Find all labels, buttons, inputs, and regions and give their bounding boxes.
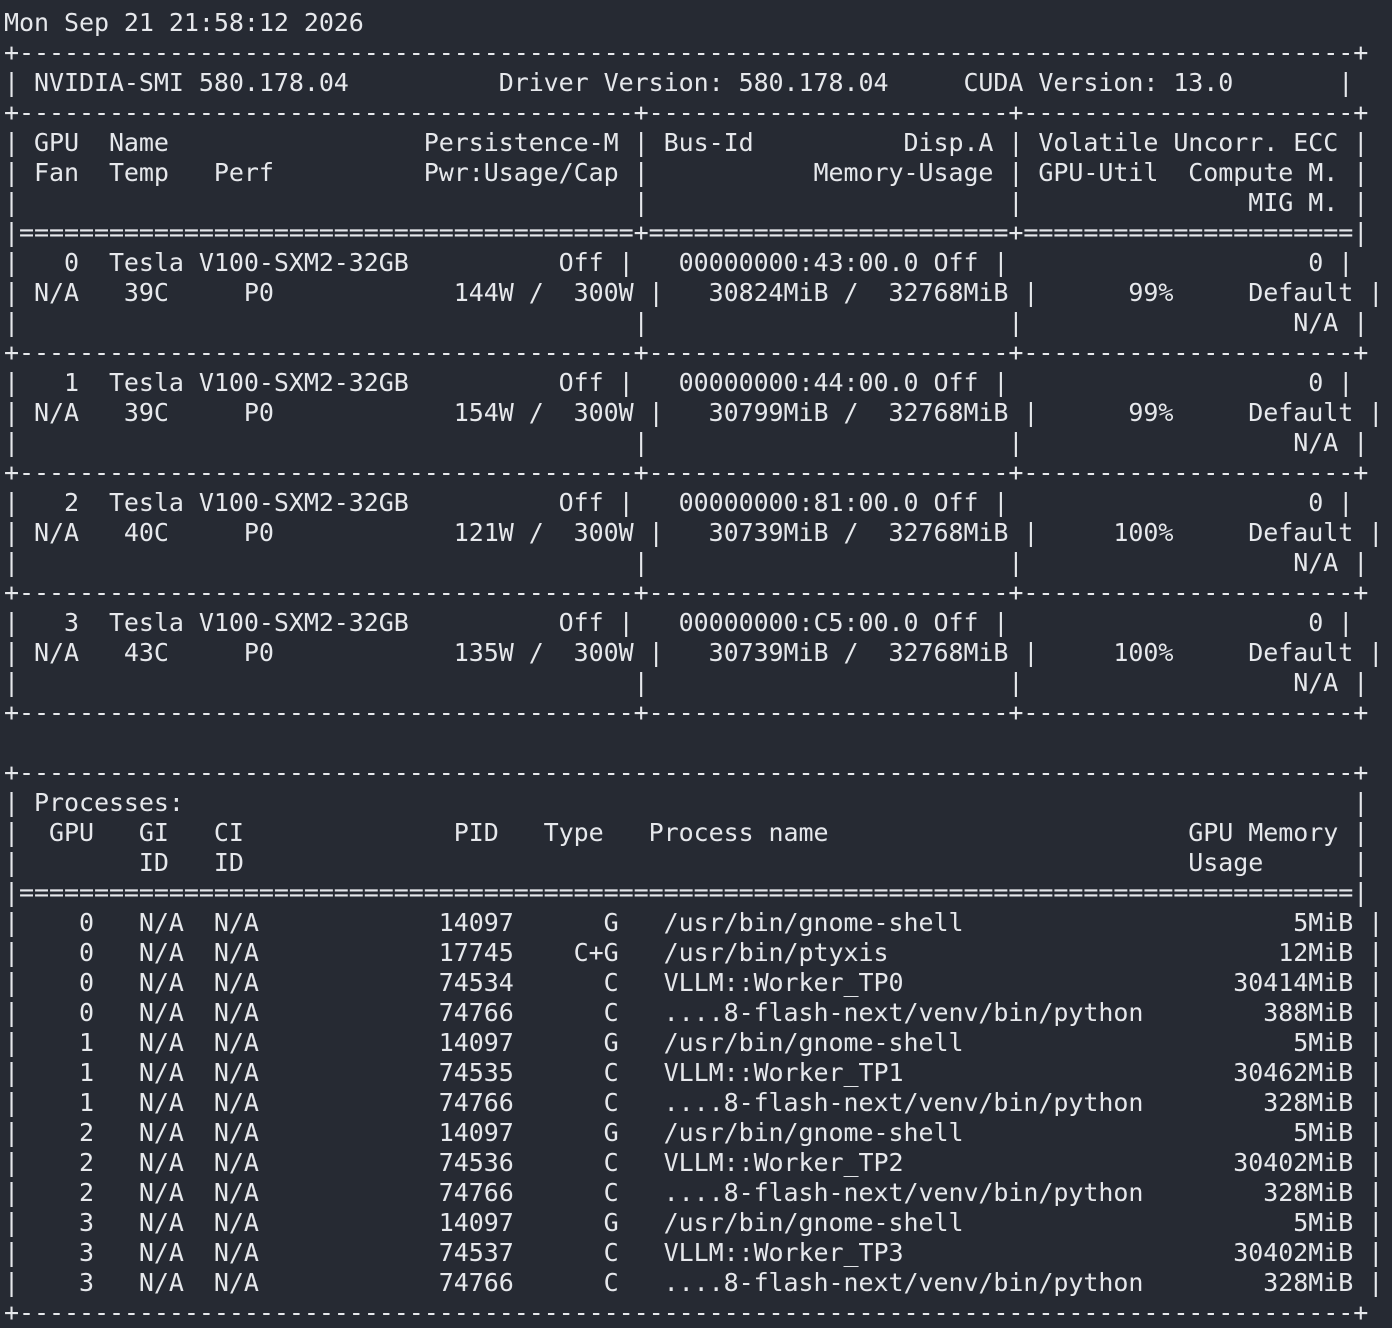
- gpu-row: | N/A 43C P0 135W / 300W | 30739MiB / 32…: [4, 638, 1384, 667]
- smi-header-row: | NVIDIA-SMI 580.178.04 Driver Version: …: [4, 68, 1354, 97]
- process-row: | 0 N/A N/A 74766 C ....8-flash-next/ven…: [4, 998, 1384, 1027]
- gpu-row: | | | N/A |: [4, 668, 1369, 697]
- process-row: | 0 N/A N/A 14097 G /usr/bin/gnome-shell…: [4, 908, 1384, 937]
- gpu-row: | 0 Tesla V100-SXM2-32GB Off | 00000000:…: [4, 248, 1354, 277]
- table-border: +---------------------------------------…: [4, 578, 1369, 607]
- process-row: | 3 N/A N/A 74537 C VLLM::Worker_TP3 304…: [4, 1238, 1384, 1267]
- processes-title: | Processes: |: [4, 788, 1369, 817]
- gpu-table-header: | Fan Temp Perf Pwr:Usage/Cap | Memory-U…: [4, 158, 1369, 187]
- process-table-header: | GPU GI CI PID Type Process name GPU Me…: [4, 818, 1369, 847]
- gpu-row: | | | N/A |: [4, 548, 1369, 577]
- process-table-header: | ID ID Usage |: [4, 848, 1369, 877]
- process-row: | 0 N/A N/A 17745 C+G /usr/bin/ptyxis 12…: [4, 938, 1384, 967]
- gpu-row: | N/A 39C P0 144W / 300W | 30824MiB / 32…: [4, 278, 1384, 307]
- table-border: +---------------------------------------…: [4, 38, 1369, 67]
- process-row: | 0 N/A N/A 74534 C VLLM::Worker_TP0 304…: [4, 968, 1384, 997]
- table-border: +---------------------------------------…: [4, 458, 1369, 487]
- gpu-table-header: | | | MIG M. |: [4, 188, 1369, 217]
- gpu-row: | 3 Tesla V100-SXM2-32GB Off | 00000000:…: [4, 608, 1354, 637]
- gpu-row: | | | N/A |: [4, 308, 1369, 337]
- process-row: | 1 N/A N/A 14097 G /usr/bin/gnome-shell…: [4, 1028, 1384, 1057]
- table-border: +---------------------------------------…: [4, 338, 1369, 367]
- table-border: +---------------------------------------…: [4, 698, 1369, 727]
- process-row: | 2 N/A N/A 74536 C VLLM::Worker_TP2 304…: [4, 1148, 1384, 1177]
- process-row: | 1 N/A N/A 74766 C ....8-flash-next/ven…: [4, 1088, 1384, 1117]
- process-row: | 2 N/A N/A 14097 G /usr/bin/gnome-shell…: [4, 1118, 1384, 1147]
- process-row: | 3 N/A N/A 74766 C ....8-flash-next/ven…: [4, 1268, 1384, 1297]
- process-row: | 3 N/A N/A 14097 G /usr/bin/gnome-shell…: [4, 1208, 1384, 1237]
- process-row: | 2 N/A N/A 74766 C ....8-flash-next/ven…: [4, 1178, 1384, 1207]
- table-border: +---------------------------------------…: [4, 1298, 1369, 1327]
- gpu-row: | N/A 40C P0 121W / 300W | 30739MiB / 32…: [4, 518, 1384, 547]
- gpu-row: | 2 Tesla V100-SXM2-32GB Off | 00000000:…: [4, 488, 1354, 517]
- table-divider: |=======================================…: [4, 878, 1369, 907]
- gpu-table-header: | GPU Name Persistence-M | Bus-Id Disp.A…: [4, 128, 1369, 157]
- gpu-row: | 1 Tesla V100-SXM2-32GB Off | 00000000:…: [4, 368, 1354, 397]
- timestamp: Mon Sep 21 21:58:12 2026: [4, 8, 364, 37]
- table-border: +---------------------------------------…: [4, 758, 1369, 787]
- gpu-row: | N/A 39C P0 154W / 300W | 30799MiB / 32…: [4, 398, 1384, 427]
- table-border: +---------------------------------------…: [4, 98, 1369, 127]
- table-divider: |=======================================…: [4, 218, 1369, 247]
- terminal-output[interactable]: Mon Sep 21 21:58:12 2026 +---------------…: [0, 0, 1392, 1328]
- gpu-row: | | | N/A |: [4, 428, 1369, 457]
- process-row: | 1 N/A N/A 74535 C VLLM::Worker_TP1 304…: [4, 1058, 1384, 1087]
